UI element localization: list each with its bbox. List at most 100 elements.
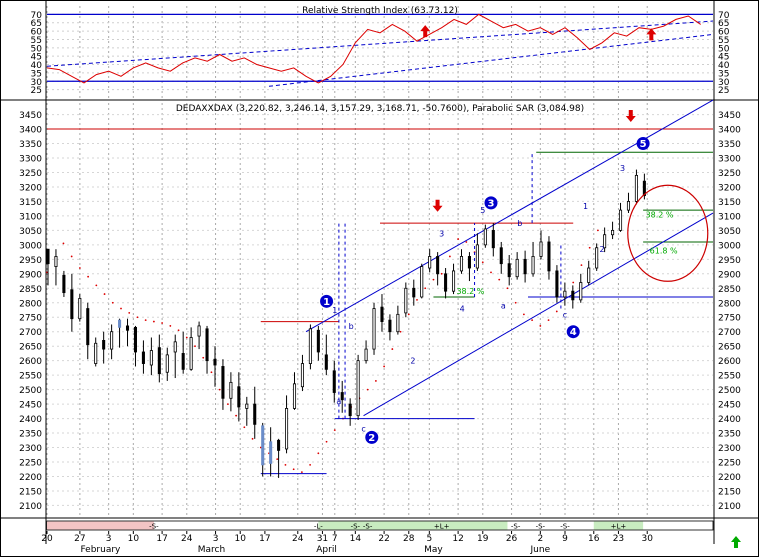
- price-y-tick-right: 2650: [718, 343, 741, 353]
- wave-count-label: 4: [570, 327, 577, 338]
- price-y-tick-right: 2550: [718, 372, 741, 382]
- sar-dot: [251, 437, 254, 440]
- sar-dot: [292, 468, 295, 471]
- sar-dot: [78, 267, 81, 269]
- price-y-tick-left: 2850: [19, 285, 42, 295]
- price-y-tick-left: 3250: [19, 169, 42, 179]
- price-y-tick-right: 2600: [718, 357, 741, 367]
- candle-body: [388, 319, 392, 333]
- price-y-tick-right: 3100: [718, 212, 741, 222]
- sar-dot: [522, 313, 525, 316]
- date-tick-label: 17: [259, 534, 270, 544]
- date-tick-label: 5: [426, 534, 432, 544]
- sar-dot: [383, 365, 386, 368]
- price-y-tick-left: 2500: [19, 386, 42, 396]
- sar-dot: [399, 330, 402, 333]
- candle-body: [595, 247, 599, 269]
- sar-dot: [580, 264, 583, 267]
- candle-body: [515, 258, 519, 278]
- sar-dot: [70, 255, 73, 258]
- price-y-tick-right: 2200: [718, 473, 741, 483]
- sar-dot: [210, 371, 213, 374]
- price-y-tick-right: 2150: [718, 487, 741, 497]
- sub-wave-label: 1: [332, 306, 337, 315]
- sub-wave-label: c: [563, 310, 567, 319]
- candle-body: [428, 256, 432, 269]
- candle-body: [118, 319, 122, 328]
- sar-dot: [235, 414, 238, 417]
- sar-dot: [128, 311, 131, 314]
- date-tick-label: 7: [332, 534, 338, 544]
- signal-segment: [47, 521, 154, 530]
- candle-body: [420, 266, 424, 298]
- date-tick-label: 10: [128, 534, 140, 544]
- month-label: March: [198, 545, 225, 555]
- candle-body: [141, 351, 145, 364]
- date-tick-label: 10: [234, 534, 246, 544]
- candle-body: [157, 347, 161, 375]
- price-y-tick-right: 3250: [718, 169, 741, 179]
- date-tick-label: 20: [41, 534, 53, 544]
- candle-body: [181, 353, 185, 370]
- price-y-tick-right: 2700: [718, 328, 741, 338]
- price-y-tick-left: 2800: [19, 299, 42, 309]
- price-y-tick-left: 3200: [19, 183, 42, 193]
- sar-dot: [276, 458, 279, 460]
- wave-count-label: 5: [640, 139, 647, 150]
- sar-dot: [87, 275, 90, 278]
- sar-dot: [407, 313, 410, 316]
- month-label: May: [424, 545, 443, 555]
- candle-body: [459, 256, 464, 272]
- candle: [555, 265, 559, 303]
- date-tick-label: 26: [506, 534, 518, 544]
- price-y-tick-right: 2750: [718, 314, 741, 324]
- price-y-tick-left: 2300: [19, 444, 42, 454]
- price-y-tick-left: 2100: [19, 502, 42, 512]
- candle-body: [316, 329, 320, 353]
- chart-root: 70 70 65 65 60 60 55 55 50 50 45 45 40 40 35 35 30 30 25 25…: [0, 0, 759, 557]
- price-y-tick-left: 3300: [19, 155, 42, 165]
- sar-dot: [539, 325, 542, 327]
- price-y-tick-right: 3400: [718, 126, 741, 136]
- price-y-tick-right: 2500: [718, 386, 741, 396]
- candle-body: [197, 325, 201, 337]
- candle-body: [634, 174, 638, 202]
- candle-body: [245, 403, 249, 409]
- date-tick-label: 27: [74, 534, 85, 544]
- sar-dot: [498, 278, 501, 281]
- sar-dot: [309, 463, 312, 466]
- price-y-tick-left: 2450: [19, 401, 42, 411]
- date-tick-label: 9: [562, 534, 568, 544]
- price-y-tick-left: 2950: [19, 256, 42, 266]
- price-y-tick-left: 3050: [19, 227, 42, 237]
- sar-dot: [95, 284, 98, 287]
- date-tick-label: 31: [317, 534, 328, 544]
- candle-body: [237, 386, 241, 408]
- candle-body: [348, 403, 352, 417]
- sar-dot: [457, 238, 460, 240]
- date-tick-label: 2: [537, 534, 543, 544]
- date-tick-label: 28: [403, 534, 415, 544]
- candle-body: [396, 313, 400, 333]
- candle-body: [523, 258, 527, 275]
- candle-body: [412, 287, 416, 298]
- outer-frame: [0, 0, 759, 557]
- sar-dot: [440, 272, 443, 275]
- candle-body: [356, 360, 360, 417]
- signal-label: +L+: [434, 523, 450, 531]
- candle-body: [404, 287, 408, 314]
- date-tick-label: 16: [588, 534, 600, 544]
- candle-body: [285, 408, 289, 450]
- candle-body: [444, 273, 448, 292]
- sar-dot: [547, 319, 550, 322]
- candle-body: [555, 270, 559, 298]
- signal-label: -S-: [536, 523, 546, 531]
- sar-dot: [424, 287, 427, 290]
- price-y-tick-right: 3150: [718, 198, 741, 208]
- price-y-tick-right: 3200: [718, 183, 741, 193]
- candle-body: [571, 290, 575, 301]
- price-y-tick-right: 3350: [718, 140, 741, 150]
- candle-body: [94, 342, 98, 364]
- rsi-y-tick-right: 25: [718, 86, 729, 96]
- sar-dot: [374, 380, 377, 382]
